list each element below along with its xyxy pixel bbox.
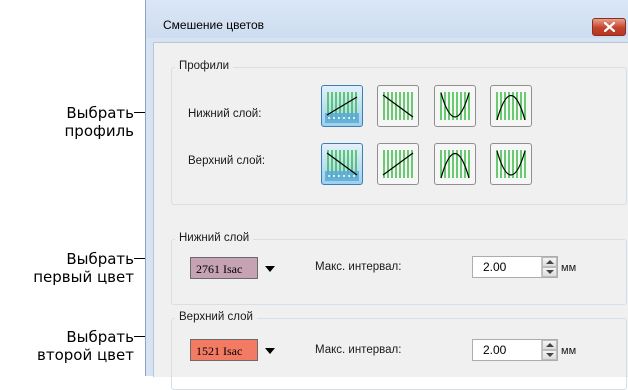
bottom-layer-group-title: Нижний слой [175,232,254,244]
callout-select-profile-line2: профиль [64,122,134,140]
top-profile-arch-curve-button[interactable] [434,143,476,185]
bottom-color-dropdown[interactable]: 2761 Isac [190,257,282,281]
ramp-up-profile-icon [382,150,414,178]
close-icon [604,22,615,32]
bottom-interval-unit: мм [561,262,577,274]
dialog-client-area: Профили Нижний слой: Верхний слой: Нижни… [153,42,628,390]
callout-select-profile-line1: Выбрать [66,104,134,122]
title-bar[interactable]: Смешение цветов [146,0,628,38]
top-profile-ramp-up-button[interactable] [377,143,419,185]
window-title: Смешение цветов [163,18,265,32]
chevron-down-icon[interactable] [265,348,275,354]
arch-curve-profile-icon [496,92,526,121]
top-layer-group-title: Верхний слой [175,311,257,323]
close-button[interactable] [592,18,626,36]
bottom-color-swatch[interactable]: 2761 Isac [190,257,258,279]
bottom-spinner-buttons [541,257,557,277]
callout-select-second-color: Выбрать второй цвет [10,328,134,364]
bottom-profile-arch-curve-button[interactable] [490,85,532,127]
top-max-interval-label: Макс. интервал: [315,344,402,356]
bottom-max-interval-spinner[interactable]: 2.00 [472,256,558,278]
bottom-profile-u-curve-button[interactable] [434,85,476,127]
callout-select-second-color-line2: второй цвет [37,346,134,364]
bottom-max-interval-label: Макс. интервал: [315,261,402,273]
bottom-profile-ramp-up-button[interactable] [321,85,363,127]
callout-select-profile: Выбрать профиль [34,104,134,140]
top-profile-u-curve-button[interactable] [490,143,532,185]
color-blending-dialog: Смешение цветов Профили Нижний слой: Вер… [145,0,628,390]
top-profile-ramp-down-button[interactable] [321,143,363,185]
u-curve-profile-icon [440,92,470,120]
callout-select-first-color: Выбрать первый цвет [10,250,134,286]
ramp-up-profile-icon [325,92,359,123]
bottom-max-interval-value[interactable]: 2.00 [483,260,506,274]
spin-up-icon[interactable] [542,340,557,350]
bottom-profile-ramp-down-button[interactable] [377,85,419,127]
top-interval-unit: мм [561,345,577,357]
spin-down-icon[interactable] [542,350,557,360]
callout-select-first-color-line1: Выбрать [66,250,134,268]
top-max-interval-value[interactable]: 2.00 [483,343,506,357]
ramp-down-profile-icon [382,92,414,120]
bottom-layer-profile-label: Нижний слой: [188,108,262,120]
top-layer-profile-label: Верхний слой: [188,155,266,167]
callout-select-second-color-line1: Выбрать [66,328,134,346]
top-color-swatch[interactable]: 1521 Isac [190,339,258,361]
profiles-group-title: Профили [175,60,234,72]
chevron-down-icon[interactable] [265,266,275,272]
arch-curve-profile-icon [440,150,470,179]
top-spinner-buttons [541,340,557,360]
top-max-interval-spinner[interactable]: 2.00 [472,339,558,361]
spin-down-icon[interactable] [542,267,557,277]
spin-up-icon[interactable] [542,257,557,267]
ramp-down-profile-icon [325,150,359,181]
callout-select-first-color-line2: первый цвет [33,268,134,286]
top-color-dropdown[interactable]: 1521 Isac [190,339,282,363]
u-curve-profile-icon [496,150,526,178]
